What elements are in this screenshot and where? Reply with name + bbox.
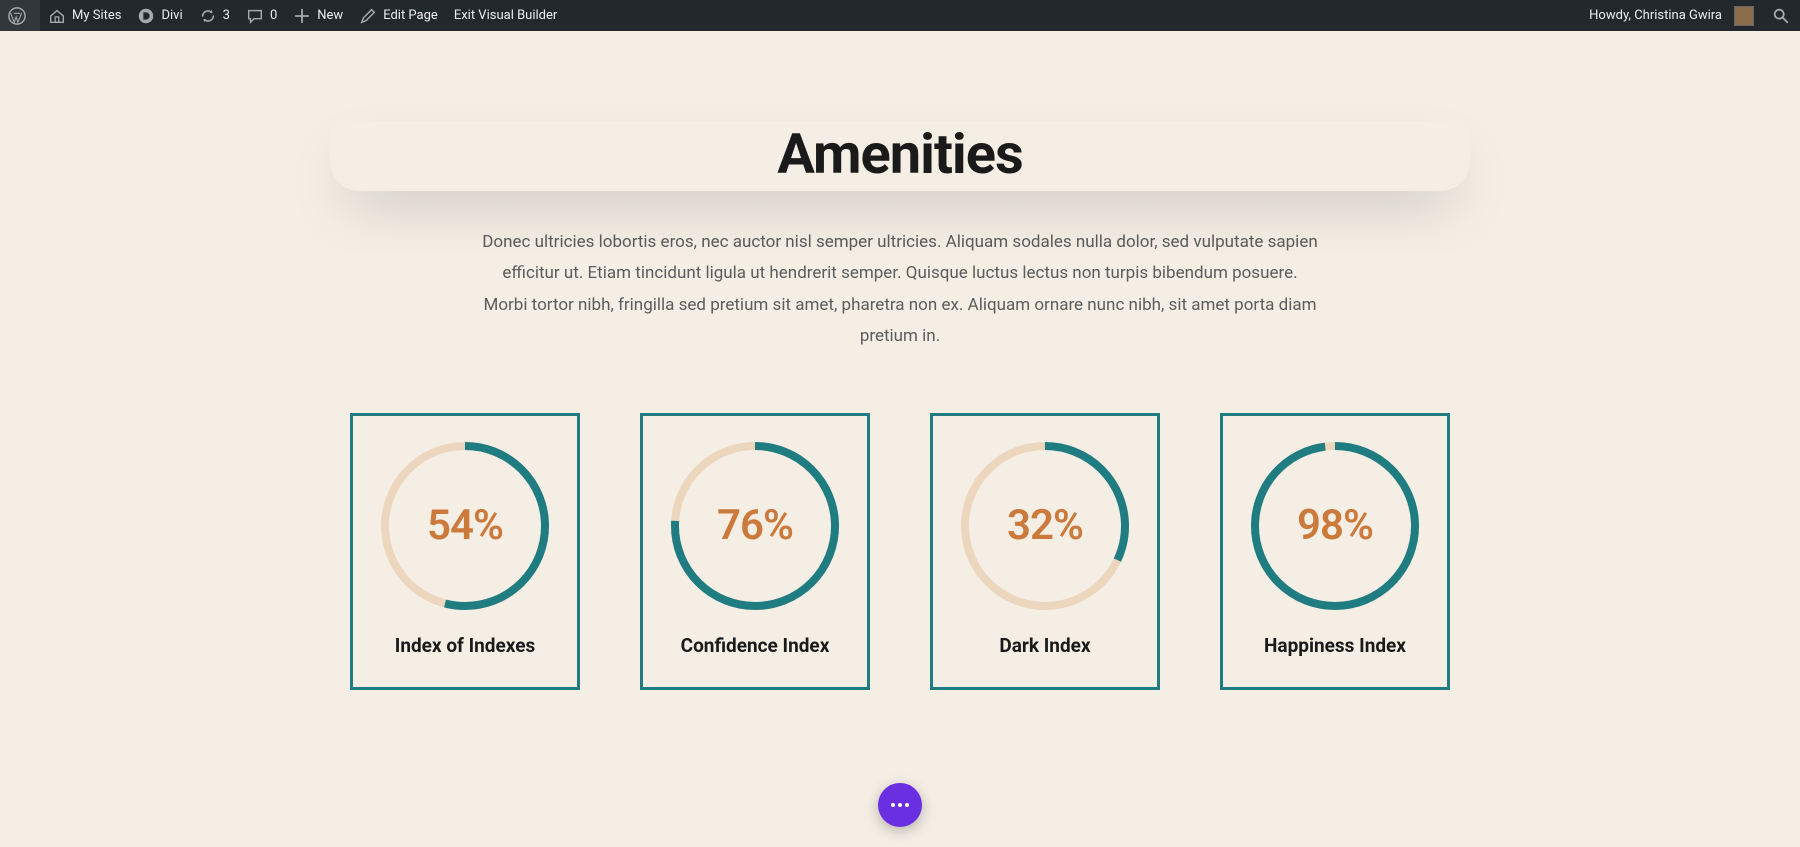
avatar xyxy=(1734,6,1754,26)
adminbar-howdy-label: Howdy, Christina Gwira xyxy=(1589,0,1722,31)
divi-icon xyxy=(137,7,155,25)
adminbar-editpage-label: Edit Page xyxy=(383,0,438,31)
circle-counter: 32% xyxy=(955,436,1135,616)
circle-counter: 76% xyxy=(665,436,845,616)
adminbar-new-label: New xyxy=(317,0,343,31)
counter-label: Happiness Index xyxy=(1233,634,1437,657)
circle-counter: 98% xyxy=(1245,436,1425,616)
adminbar-exitbuilder-label: Exit Visual Builder xyxy=(454,0,557,31)
adminbar-divi-label: Divi xyxy=(161,0,182,31)
circle-counter: 54% xyxy=(375,436,555,616)
adminbar-comments[interactable]: 0 xyxy=(238,0,285,31)
adminbar-wordpress[interactable] xyxy=(0,0,40,31)
refresh-icon xyxy=(199,7,217,25)
plus-icon xyxy=(293,7,311,25)
adminbar-comments-count: 0 xyxy=(270,0,277,31)
home-icon xyxy=(48,7,66,25)
adminbar-new[interactable]: New xyxy=(285,0,351,31)
adminbar-search[interactable] xyxy=(1762,0,1800,31)
counter-card[interactable]: 76% Confidence Index xyxy=(640,413,870,690)
counter-card[interactable]: 32% Dark Index xyxy=(930,413,1160,690)
wordpress-admin-bar: My Sites Divi 3 0 New xyxy=(0,0,1800,31)
adminbar-right: Howdy, Christina Gwira xyxy=(1581,0,1800,31)
counter-percentage: 98% xyxy=(1245,436,1425,616)
section-description[interactable]: Donec ultricies lobortis eros, nec aucto… xyxy=(480,227,1320,353)
counter-label: Confidence Index xyxy=(653,634,857,657)
counter-label: Index of Indexes xyxy=(363,634,567,657)
counter-percentage: 54% xyxy=(375,436,555,616)
counter-card[interactable]: 54% Index of Indexes xyxy=(350,413,580,690)
counter-percentage: 32% xyxy=(955,436,1135,616)
divi-builder-fab[interactable] xyxy=(878,783,922,827)
counter-card[interactable]: 98% Happiness Index xyxy=(1220,413,1450,690)
pencil-icon xyxy=(359,7,377,25)
adminbar-updates[interactable]: 3 xyxy=(191,0,238,31)
counter-percentage: 76% xyxy=(665,436,845,616)
adminbar-divi[interactable]: Divi xyxy=(129,0,190,31)
section-title[interactable]: Amenities xyxy=(120,121,1680,187)
more-icon xyxy=(891,803,909,807)
adminbar-account[interactable]: Howdy, Christina Gwira xyxy=(1581,0,1762,31)
counter-label: Dark Index xyxy=(943,634,1147,657)
adminbar-mysites-label: My Sites xyxy=(72,0,121,31)
comment-icon xyxy=(246,7,264,25)
adminbar-editpage[interactable]: Edit Page xyxy=(351,0,446,31)
counter-cards-row: 54% Index of Indexes 76% Confidence Inde… xyxy=(120,413,1680,750)
adminbar-left: My Sites Divi 3 0 New xyxy=(0,0,565,31)
wordpress-icon xyxy=(8,7,26,25)
adminbar-mysites[interactable]: My Sites xyxy=(40,0,129,31)
page-content: Amenities Donec ultricies lobortis eros,… xyxy=(120,121,1680,750)
search-icon xyxy=(1772,7,1790,25)
adminbar-exitbuilder[interactable]: Exit Visual Builder xyxy=(446,0,565,31)
adminbar-updates-count: 3 xyxy=(223,0,230,31)
